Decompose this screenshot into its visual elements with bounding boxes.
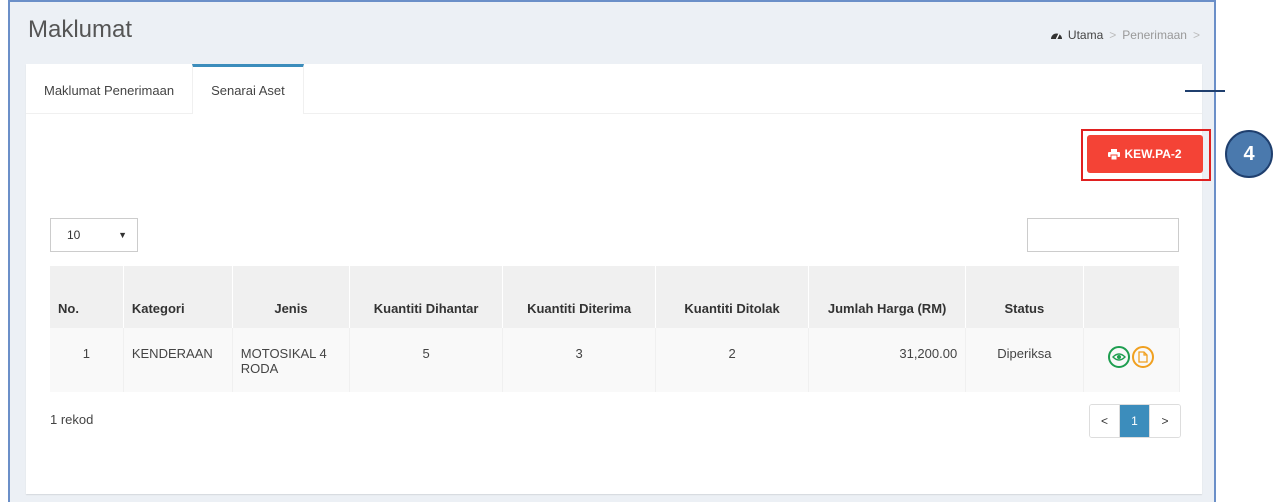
pagination: < 1 > [1089, 404, 1181, 438]
cell-kategori: KENDERAAN [123, 328, 233, 392]
breadcrumb-separator: > [1109, 28, 1117, 42]
table-row: 1 KENDERAAN MOTOSIKAL 4 RODA 5 3 2 31,20… [50, 328, 1181, 392]
content-frame: Maklumat Utama > Penerimaan > Maklumat P… [8, 0, 1216, 502]
cell-harga: 31,200.00 [808, 328, 967, 392]
cell-no: 1 [50, 328, 124, 392]
col-kuantiti-diterima[interactable]: Kuantiti Diterima [502, 266, 657, 328]
page-1-button[interactable]: 1 [1120, 405, 1150, 437]
next-page-button[interactable]: > [1150, 405, 1180, 437]
table-header-row: No. Kategori Jenis Kuantiti Dihantar Kua… [50, 266, 1181, 328]
col-no[interactable]: No. [50, 266, 124, 328]
tab-maklumat-penerimaan[interactable]: Maklumat Penerimaan [26, 64, 192, 114]
table-search-input[interactable] [1027, 218, 1179, 252]
record-count: 1 rekod [50, 412, 94, 427]
tab-bar: Maklumat Penerimaan Senarai Aset [26, 64, 1202, 114]
printer-icon [1108, 148, 1121, 160]
breadcrumb-separator: > [1192, 28, 1200, 42]
document-icon[interactable] [1132, 346, 1155, 368]
col-kategori[interactable]: Kategori [123, 266, 233, 328]
chevron-left-icon: < [1100, 414, 1108, 428]
breadcrumb-home[interactable]: Utama [1068, 28, 1103, 42]
breadcrumb-current[interactable]: Penerimaan [1122, 28, 1187, 42]
tab-senarai-aset[interactable]: Senarai Aset [192, 64, 304, 114]
col-jumlah-harga[interactable]: Jumlah Harga (RM) [808, 266, 967, 328]
chevron-down-icon: ▼ [118, 230, 127, 240]
callout-number-badge: 4 [1225, 130, 1273, 178]
col-kuantiti-dihantar[interactable]: Kuantiti Dihantar [349, 266, 504, 328]
print-kew-pa2-button[interactable]: KEW.PA-2 [1087, 135, 1203, 173]
cell-diterima: 3 [502, 328, 657, 392]
cell-ditolak: 2 [655, 328, 810, 392]
chevron-right-icon: > [1161, 414, 1169, 428]
page-title: Maklumat [28, 16, 133, 43]
print-button-label: KEW.PA-2 [1124, 147, 1182, 161]
breadcrumb: Utama > Penerimaan > [1050, 28, 1200, 42]
main-panel: Maklumat Penerimaan Senarai Aset KEW.PA-… [26, 64, 1211, 494]
asset-table: No. Kategori Jenis Kuantiti Dihantar Kua… [50, 266, 1181, 392]
cell-actions [1083, 328, 1181, 392]
cell-jenis: MOTOSIKAL 4 RODA [232, 328, 351, 392]
cell-status: Diperiksa [965, 328, 1084, 392]
callout-connector-line [1185, 90, 1225, 92]
page-length-value: 10 [67, 228, 81, 242]
col-status[interactable]: Status [965, 266, 1084, 328]
prev-page-button[interactable]: < [1090, 405, 1120, 437]
cell-dihantar: 5 [349, 328, 504, 392]
view-eye-icon[interactable] [1108, 346, 1131, 368]
col-actions [1083, 266, 1181, 328]
col-jenis[interactable]: Jenis [232, 266, 351, 328]
dashboard-icon [1050, 29, 1062, 41]
page-length-select[interactable]: 10 ▼ [50, 218, 138, 252]
col-kuantiti-ditolak[interactable]: Kuantiti Ditolak [655, 266, 810, 328]
